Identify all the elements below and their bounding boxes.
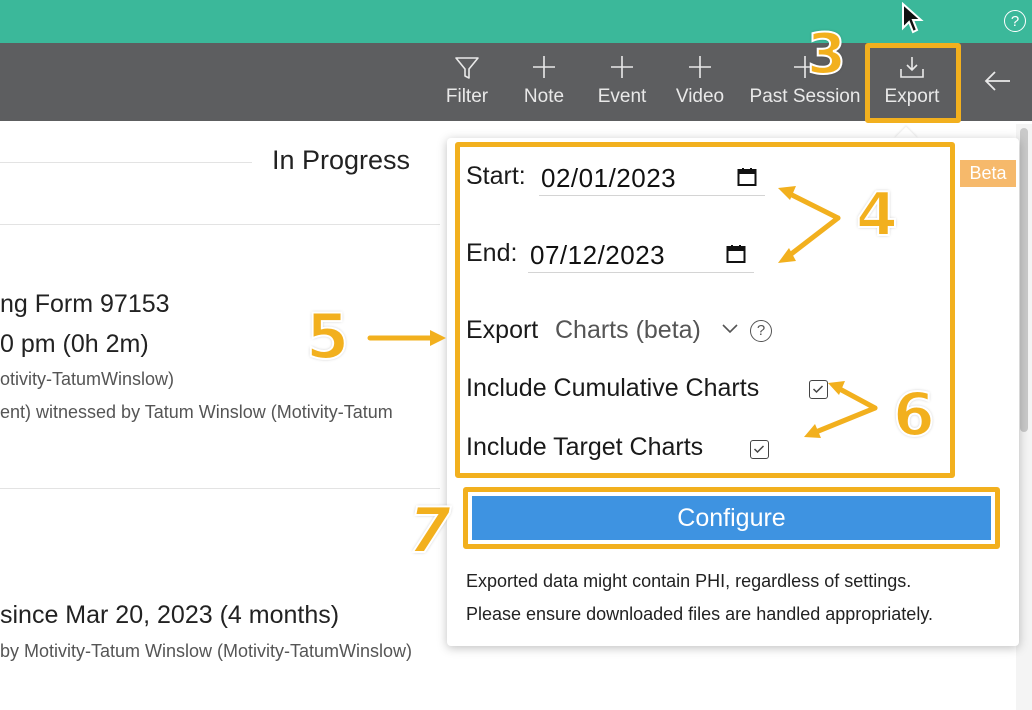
step-5-label: 5	[305, 299, 350, 374]
annotation-arrowheads	[430, 186, 845, 438]
annotation-arrow-group	[367, 189, 878, 437]
annotation-arrows	[367, 186, 878, 438]
arrow-to-cumulative-checkbox	[833, 384, 878, 411]
arrow-to-target-checkbox	[808, 405, 878, 437]
arrow-to-end-date	[783, 215, 841, 261]
step-7-label: 7	[407, 493, 452, 568]
arrowhead	[430, 330, 446, 346]
step-3-label: 3	[806, 21, 847, 88]
step-4-label: 4	[855, 179, 899, 251]
arrow-to-start-date	[783, 189, 841, 221]
step-6-label: 6	[892, 379, 936, 451]
